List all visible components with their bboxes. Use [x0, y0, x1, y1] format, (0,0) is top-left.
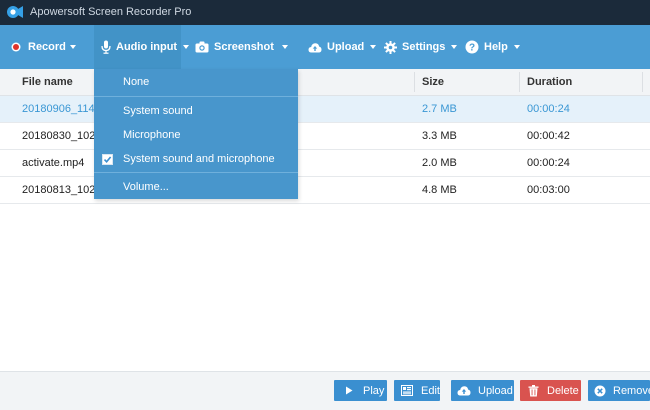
audio-input-button[interactable]: Audio input [94, 25, 190, 69]
record-dropdown-arrow[interactable] [64, 25, 76, 69]
gear-icon [383, 40, 397, 54]
microphone-icon [101, 40, 111, 54]
delete-label: Delete [547, 384, 579, 397]
chevron-down-icon [282, 45, 288, 49]
size-cell: 2.0 MB [422, 157, 457, 169]
menu-item-label: Volume... [123, 181, 169, 193]
window-title: Apowersoft Screen Recorder Pro [30, 6, 192, 18]
chevron-down-icon [70, 45, 76, 49]
size-cell: 3.3 MB [422, 130, 457, 142]
menu-item-label: Microphone [123, 129, 181, 141]
edit-button[interactable]: Edit [394, 380, 440, 401]
file-name-cell: 20180830_1024 [22, 130, 102, 142]
chevron-down-icon [370, 45, 377, 49]
record-dot-icon [9, 40, 23, 54]
file-name-cell: 20180906_1144 [22, 103, 101, 115]
title-bar: Apowersoft Screen Recorder Pro [0, 0, 650, 25]
help-button[interactable]: ? Help [465, 25, 520, 69]
duration-cell: 00:00:42 [527, 130, 570, 142]
menu-separator [94, 96, 298, 97]
camera-icon [195, 40, 209, 54]
remove-circle-icon [594, 384, 606, 398]
column-divider[interactable] [414, 72, 415, 92]
play-icon [342, 384, 356, 398]
column-size[interactable]: Size [422, 69, 444, 95]
remove-button[interactable]: Remove [588, 380, 650, 401]
delete-button[interactable]: Delete [520, 380, 581, 401]
svg-text:?: ? [469, 43, 475, 54]
toolbar: Record Audio input Screenshot Upload Set… [0, 25, 650, 69]
menu-item-system-sound-and-microphone[interactable]: System sound and microphone [94, 147, 298, 171]
menu-separator [94, 172, 298, 173]
chevron-down-icon [451, 45, 458, 49]
size-cell: 4.8 MB [422, 184, 457, 196]
trash-icon [526, 384, 540, 398]
checkmark-icon [102, 154, 113, 165]
edit-label: Edit [421, 384, 440, 397]
footer-bar: Play Edit Upload Delete Remove [0, 371, 650, 410]
upload-label: Upload [327, 41, 365, 53]
column-file-name[interactable]: File name [22, 69, 73, 95]
audio-input-label: Audio input [116, 41, 178, 53]
question-circle-icon: ? [465, 40, 479, 54]
screenshot-button[interactable]: Screenshot [195, 25, 274, 69]
column-duration[interactable]: Duration [527, 69, 572, 95]
screenshot-dropdown-arrow[interactable] [276, 25, 288, 69]
menu-item-microphone[interactable]: Microphone [94, 123, 298, 147]
app-logo-icon [7, 6, 23, 18]
screenshot-label: Screenshot [214, 41, 274, 53]
edit-icon [400, 384, 414, 398]
file-name-cell: 20180813_1027 [22, 184, 102, 196]
chevron-down-icon [183, 45, 190, 49]
column-divider[interactable] [642, 72, 643, 92]
column-divider[interactable] [519, 72, 520, 92]
upload-button[interactable]: Upload [308, 25, 377, 69]
help-label: Help [484, 41, 508, 53]
menu-item-none[interactable]: None [94, 70, 298, 94]
duration-cell: 00:00:24 [527, 103, 570, 115]
cloud-upload-icon [308, 40, 322, 54]
duration-cell: 00:03:00 [527, 184, 570, 196]
audio-input-menu: None System sound Microphone System soun… [94, 69, 298, 199]
record-label: Record [28, 41, 66, 53]
remove-label: Remove [613, 384, 650, 397]
menu-item-label: System sound and microphone [123, 153, 275, 165]
upload-file-label: Upload [478, 384, 513, 397]
menu-item-label: System sound [123, 105, 193, 117]
record-button[interactable]: Record [9, 25, 66, 69]
cloud-upload-icon [457, 384, 471, 398]
play-button[interactable]: Play [334, 380, 387, 401]
size-cell: 2.7 MB [422, 103, 457, 115]
upload-file-button[interactable]: Upload [451, 380, 514, 401]
settings-label: Settings [402, 41, 446, 53]
settings-button[interactable]: Settings [383, 25, 458, 69]
play-label: Play [363, 384, 385, 397]
chevron-down-icon [513, 45, 520, 49]
menu-item-volume[interactable]: Volume... [94, 175, 298, 199]
menu-item-label: None [123, 76, 150, 88]
file-name-cell: activate.mp4 [22, 157, 85, 169]
duration-cell: 00:00:24 [527, 157, 570, 169]
menu-item-system-sound[interactable]: System sound [94, 99, 298, 123]
